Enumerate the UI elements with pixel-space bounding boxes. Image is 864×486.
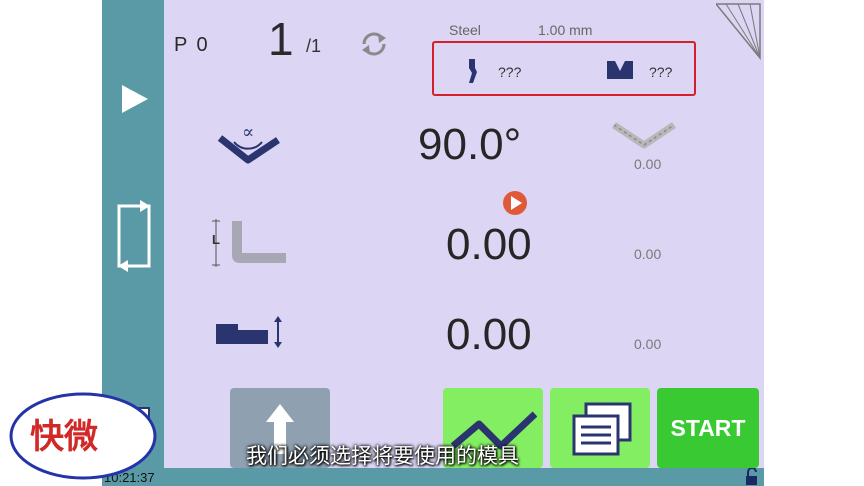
unlock-icon[interactable] xyxy=(744,468,760,486)
die-icon[interactable] xyxy=(606,60,634,80)
height-aux-value: 0.00 xyxy=(634,336,662,352)
material-label: Steel xyxy=(449,22,481,38)
backgauge-label: L xyxy=(212,232,220,247)
status-bar xyxy=(102,468,764,486)
backgauge-icon xyxy=(212,219,286,267)
watermark-logo: 快微 xyxy=(9,392,157,480)
angle-value[interactable]: 90.0° xyxy=(418,120,521,170)
corner-fold-icon[interactable] xyxy=(716,2,762,60)
step-number[interactable]: 1 xyxy=(268,12,294,66)
play-icon[interactable] xyxy=(120,85,150,113)
angle-aux-value: 0.00 xyxy=(634,156,662,172)
punch-value[interactable]: ??? xyxy=(498,64,521,80)
svg-text:∝: ∝ xyxy=(242,122,254,143)
step-total: /1 xyxy=(306,36,322,56)
bend-angle-icon: ∝ xyxy=(217,122,280,164)
start-button[interactable]: START xyxy=(657,388,759,468)
refresh-icon[interactable] xyxy=(358,30,390,58)
page-frame-icon[interactable] xyxy=(112,198,156,274)
crowning-icon xyxy=(612,122,676,149)
logo-text: 快微 xyxy=(30,417,98,457)
height-adjust-icon xyxy=(216,316,282,348)
punch-icon[interactable] xyxy=(464,58,480,84)
program-number[interactable]: P 0 xyxy=(174,34,210,57)
backgauge-value[interactable]: 0.00 xyxy=(446,220,532,270)
height-value[interactable]: 0.00 xyxy=(446,310,532,360)
die-value[interactable]: ??? xyxy=(649,64,672,80)
program-list-button[interactable] xyxy=(550,388,650,468)
backgauge-aux-value: 0.00 xyxy=(634,246,662,262)
video-subtitle: 我们必须选择将要使用的模具 xyxy=(246,444,519,468)
thickness-label: 1.00 mm xyxy=(538,22,593,38)
play-indicator-icon xyxy=(503,191,527,215)
program-list-icon xyxy=(572,402,632,456)
